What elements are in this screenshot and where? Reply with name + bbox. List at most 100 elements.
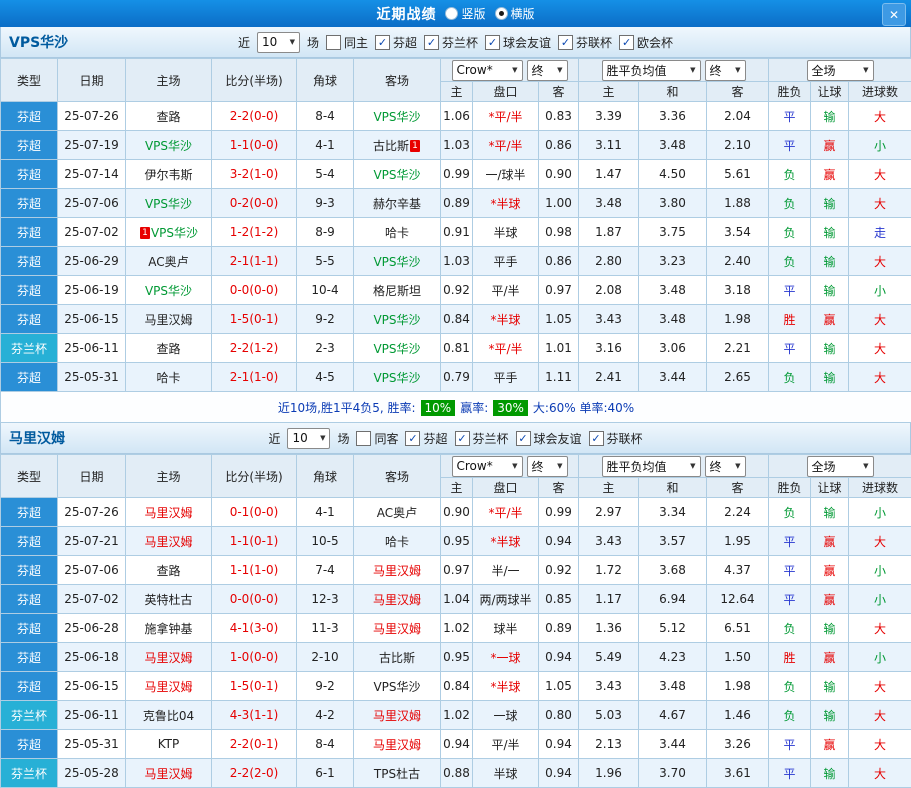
home-team-cell[interactable]: 查路 [126,102,212,131]
home-team-cell[interactable]: 英特杜古 [126,585,212,614]
home-team-cell[interactable]: 施拿钟基 [126,614,212,643]
date-cell: 25-05-31 [58,363,126,392]
avg-home-cell: 3.43 [579,527,639,556]
scope-select[interactable]: 全场▼ [807,456,874,477]
avg-away-cell: 3.54 [707,218,769,247]
home-team-cell[interactable]: 马里汉姆 [126,305,212,334]
home-team-cell[interactable]: 查路 [126,334,212,363]
away-team-cell[interactable]: VPS华沙 [354,672,441,701]
goals-result-cell: 小 [849,556,911,585]
league-type-cell: 芬超 [1,305,58,334]
filter-checkbox[interactable]: ✓芬兰杯 [424,34,478,51]
window-title: 近期战绩 [376,4,436,24]
odds-company-select[interactable]: Crow*▼ [452,60,523,81]
away-team-cell[interactable]: VPS华沙 [354,334,441,363]
away-team-cell[interactable]: VPS华沙 [354,247,441,276]
goals-result-cell: 大 [849,189,911,218]
avg-type-select[interactable]: 胜平负均值▼ [602,60,701,81]
home-team-cell[interactable]: KTP [126,730,212,759]
away-team-cell[interactable]: TPS杜古 [354,759,441,788]
result-cell: 平 [769,585,811,614]
home-team-cell[interactable]: 马里汉姆 [126,643,212,672]
filter-checkbox[interactable]: ✓芬兰杯 [455,430,509,447]
handicap-result-cell: 输 [811,759,849,788]
away-team-cell[interactable]: 马里汉姆 [354,585,441,614]
league-type-cell: 芬超 [1,498,58,527]
match-row: 芬超25-07-26查路2-2(0-0)8-4VPS华沙1.06*平/半0.83… [1,102,911,131]
filter-checkbox[interactable]: 同客 [356,430,398,447]
section-header: VPS华沙近10▼场同主✓芬超✓芬兰杯✓球会友谊✓芬联杯✓欧会杯 [0,27,911,58]
filter-checkbox[interactable]: ✓球会友谊 [516,430,582,447]
match-row: 芬兰杯25-06-11克鲁比044-3(1-1)4-2马里汉姆1.02一球0.8… [1,701,911,730]
home-team-cell[interactable]: 克鲁比04 [126,701,212,730]
avg-final-select[interactable]: 终▼ [705,456,746,477]
red-card-icon: 1 [410,140,420,152]
avg-type-select[interactable]: 胜平负均值▼ [602,456,701,477]
away-team-cell[interactable]: VPS华沙 [354,305,441,334]
odds-company-select[interactable]: Crow*▼ [452,456,523,477]
home-team-cell[interactable]: VPS华沙 [126,189,212,218]
filter-checkbox[interactable]: ✓芬联杯 [589,430,643,447]
avg-away-cell: 2.24 [707,498,769,527]
filter-checkbox[interactable]: ✓芬超 [405,430,447,447]
home-team-cell[interactable]: VPS华沙 [126,131,212,160]
summary-row: 近10场,胜1平4负5, 胜率:10%赢率:30%大:60% 单率:40% [1,392,911,423]
home-team-cell[interactable]: VPS华沙 [126,276,212,305]
home-team-cell[interactable]: 马里汉姆 [126,527,212,556]
handicap-result-cell: 输 [811,247,849,276]
match-count-select[interactable]: 10▼ [257,32,300,53]
home-team-cell[interactable]: 马里汉姆 [126,672,212,701]
layout-horizontal-radio[interactable]: 横版 [495,5,535,22]
titlebar-center: 近期战绩 竖版 横版 [376,4,534,24]
scope-select[interactable]: 全场▼ [807,60,874,81]
avg-final-select[interactable]: 终▼ [705,60,746,81]
odds-final-select[interactable]: 终▼ [527,456,568,477]
away-team-cell[interactable]: VPS华沙 [354,160,441,189]
away-team-cell[interactable]: 马里汉姆 [354,701,441,730]
away-team-cell[interactable]: 格尼斯坦 [354,276,441,305]
odds-away-cell: 0.86 [539,247,579,276]
filter-checkbox[interactable]: ✓芬联杯 [558,34,612,51]
match-row: 芬超25-05-31哈卡2-1(1-0)4-5VPS华沙0.79平手1.112.… [1,363,911,392]
odds-away-cell: 0.99 [539,498,579,527]
close-button[interactable]: ✕ [882,3,906,26]
home-team-cell[interactable]: 伊尔韦斯 [126,160,212,189]
away-team-cell[interactable]: 古比斯 [354,643,441,672]
filter-checkbox[interactable]: ✓芬超 [375,34,417,51]
home-team-cell[interactable]: 哈卡 [126,363,212,392]
result-cell: 负 [769,672,811,701]
column-header: 让球 [811,82,849,102]
odds-company-select-value: Crow* [457,63,493,77]
away-team-cell[interactable]: VPS华沙 [354,363,441,392]
away-team-cell[interactable]: 赫尔辛基 [354,189,441,218]
odds-final-select[interactable]: 终▼ [527,60,568,81]
odds-away-cell: 0.94 [539,643,579,672]
away-team-cell[interactable]: 哈卡 [354,527,441,556]
away-team-cell[interactable]: AC奥卢 [354,498,441,527]
avg-draw-cell: 3.23 [639,247,707,276]
checkbox-checked-icon: ✓ [424,35,439,50]
home-team-cell[interactable]: 1VPS华沙 [126,218,212,247]
result-cell: 胜 [769,643,811,672]
away-team-cell[interactable]: 古比斯1 [354,131,441,160]
away-team-cell[interactable]: VPS华沙 [354,102,441,131]
away-team-cell[interactable]: 马里汉姆 [354,614,441,643]
avg-draw-cell: 3.68 [639,556,707,585]
home-team-cell[interactable]: 查路 [126,556,212,585]
home-team-cell[interactable]: 马里汉姆 [126,759,212,788]
away-team-cell[interactable]: 马里汉姆 [354,556,441,585]
date-cell: 25-06-29 [58,247,126,276]
handicap-cell: 两/两球半 [473,585,539,614]
filter-checkbox[interactable]: ✓欧会杯 [619,34,673,51]
home-team-cell[interactable]: 马里汉姆 [126,498,212,527]
match-count-select[interactable]: 10▼ [287,428,330,449]
filter-checkbox[interactable]: 同主 [326,34,368,51]
away-team-cell[interactable]: 马里汉姆 [354,730,441,759]
result-cell: 负 [769,498,811,527]
corner-cell: 8-9 [297,218,354,247]
avg-home-cell: 3.43 [579,305,639,334]
filter-checkbox[interactable]: ✓球会友谊 [485,34,551,51]
home-team-cell[interactable]: AC奥卢 [126,247,212,276]
layout-vertical-radio[interactable]: 竖版 [445,5,485,22]
away-team-cell[interactable]: 哈卡 [354,218,441,247]
